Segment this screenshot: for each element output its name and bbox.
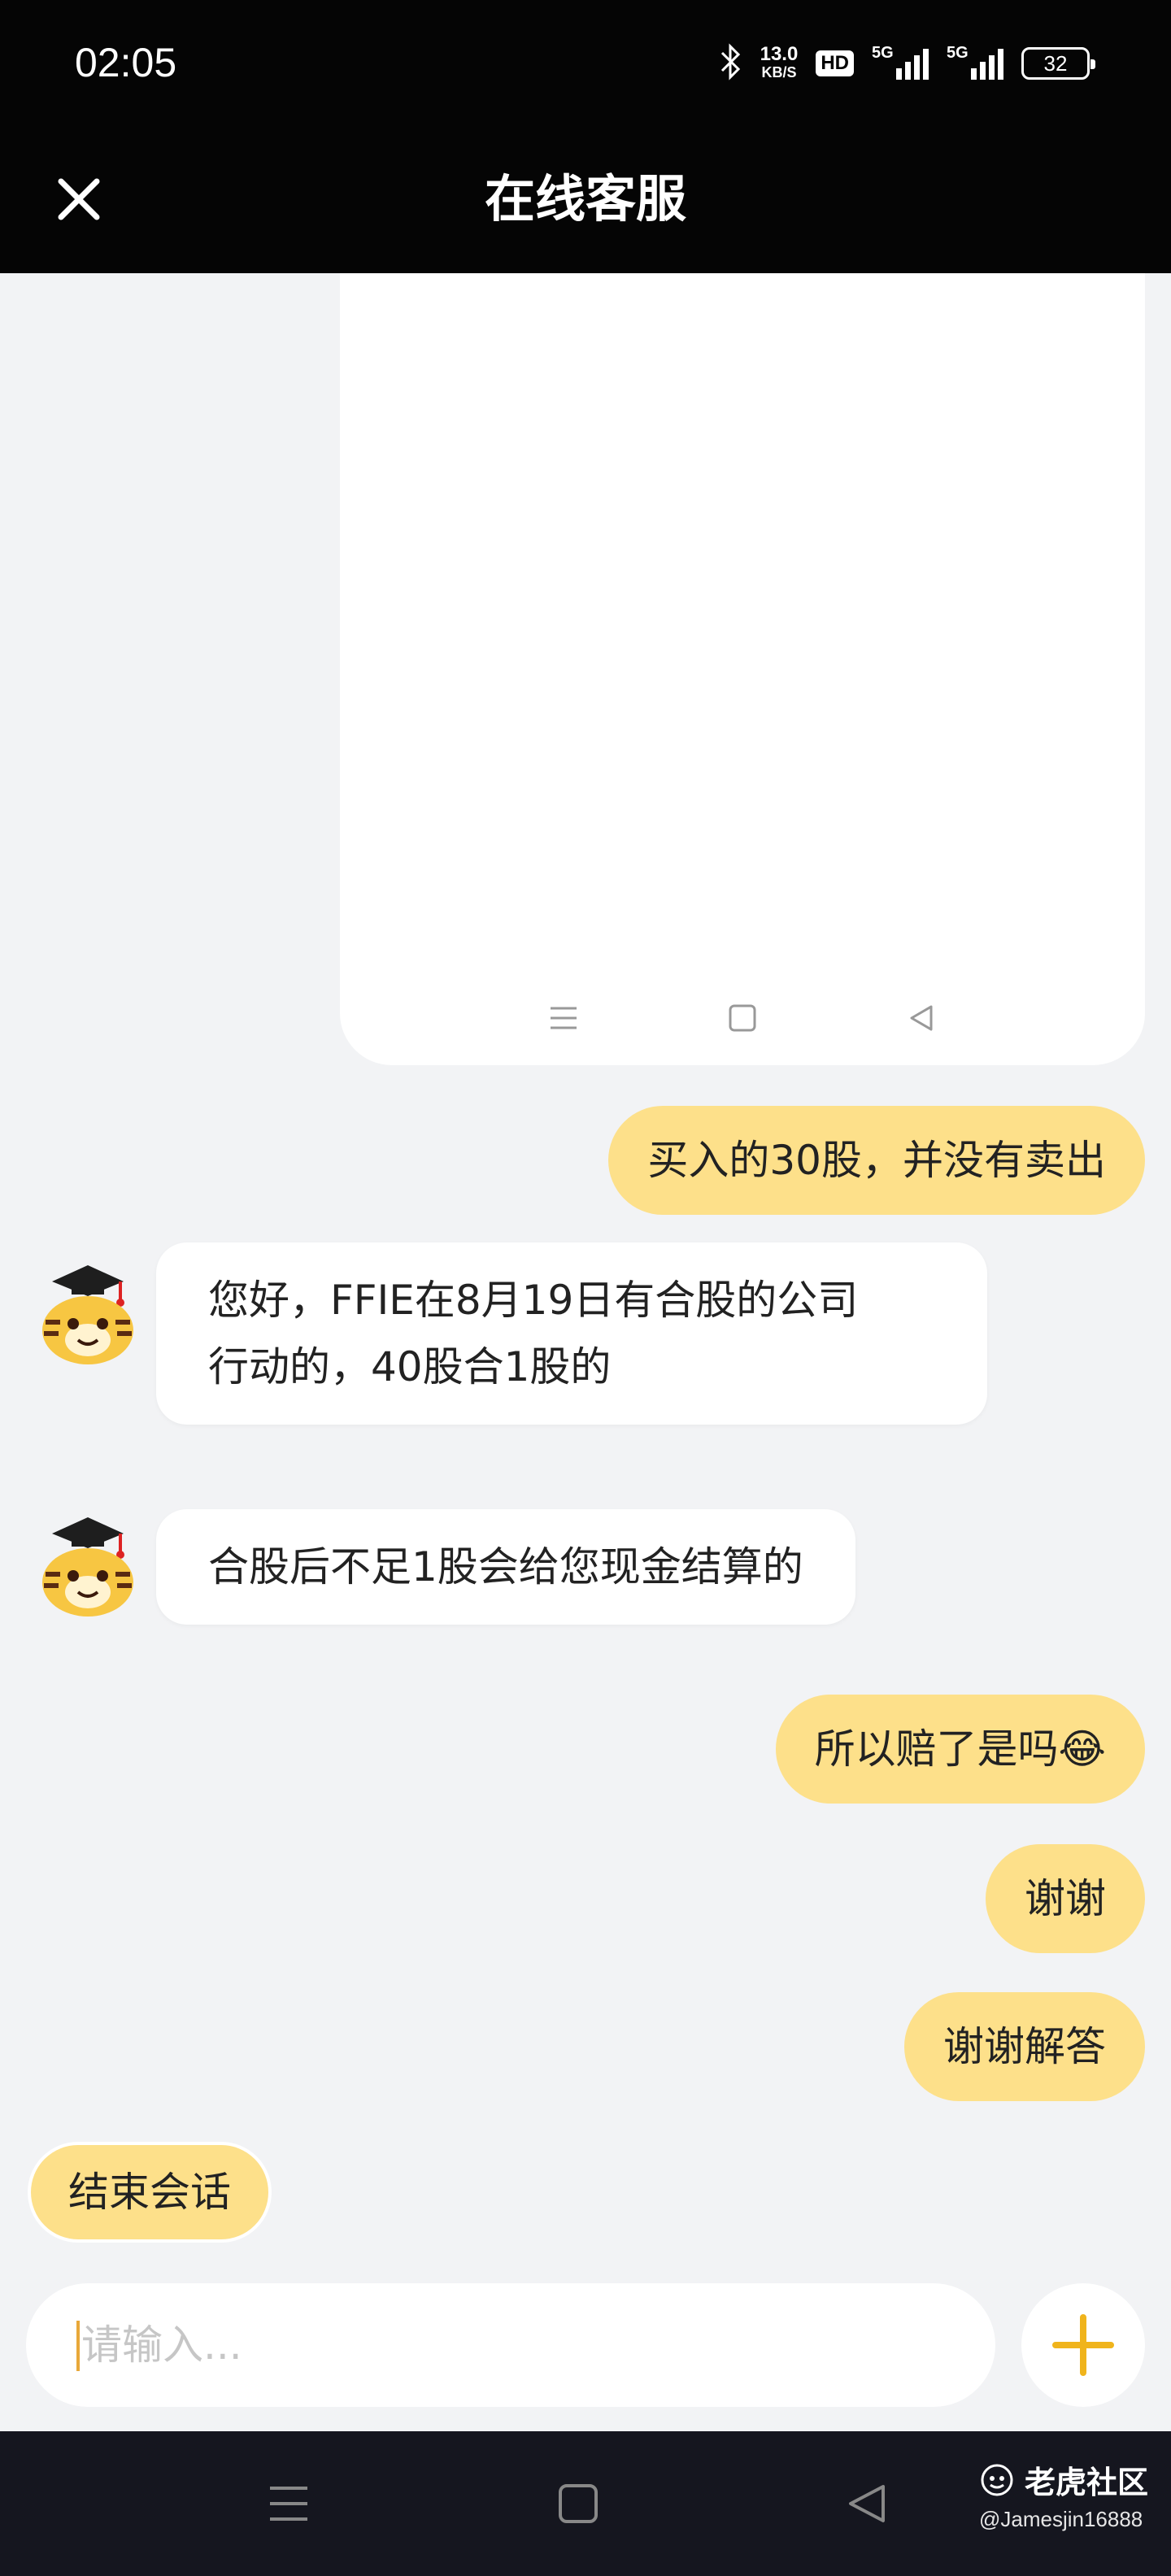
message-input-container[interactable]	[26, 2283, 995, 2407]
image-nav-bar	[340, 1003, 1145, 1033]
back-icon	[849, 2485, 885, 2522]
hd-badge: HD	[816, 50, 854, 76]
user-message: 买入的30股，并没有卖出	[608, 1106, 1145, 1215]
signal-icon: 5G	[947, 44, 1003, 80]
agent-message: 您好，FFIE在8月19日有合股的公司 行动的，40股合1股的	[156, 1242, 987, 1425]
user-message: 所以赔了是吗😂	[775, 1695, 1145, 1804]
image-message[interactable]	[340, 273, 1145, 1065]
status-bar: 02:05 13.0 KB/S HD 5G 5G 32	[0, 0, 1171, 130]
user-message: 谢谢	[986, 1844, 1145, 1953]
recent-apps-button[interactable]	[260, 2431, 317, 2576]
plus-icon	[1052, 2314, 1114, 2376]
agent-avatar	[36, 1508, 140, 1618]
text-caret	[76, 2321, 80, 2371]
status-time: 02:05	[75, 40, 177, 85]
network-speed: 13.0 KB/S	[760, 43, 799, 81]
chat-area[interactable]: 买入的30股，并没有卖出 您好，FFIE在8月19日有合股的公司 行动的，40股…	[0, 273, 1171, 2282]
back-icon	[910, 1005, 933, 1031]
add-button[interactable]	[1021, 2283, 1145, 2407]
user-message: 谢谢解答	[904, 1992, 1145, 2101]
page-title: 在线客服	[484, 169, 686, 228]
home-icon	[729, 1004, 756, 1032]
menu-icon	[270, 2487, 307, 2521]
back-button[interactable]	[838, 2431, 895, 2576]
menu-icon	[551, 1007, 577, 1029]
watermark: 老虎社区 @Jamesjin16888	[979, 2457, 1148, 2532]
home-button[interactable]	[550, 2431, 607, 2576]
end-session-button[interactable]: 结束会话	[28, 2142, 272, 2243]
battery-icon: 32	[1021, 47, 1095, 80]
status-icons: 13.0 KB/S HD 5G 5G 32	[718, 39, 1095, 88]
watermark-brand: 老虎社区	[1024, 2465, 1148, 2500]
watermark-user: @Jamesjin16888	[978, 2507, 1143, 2531]
agent-avatar	[36, 1255, 140, 1366]
home-icon	[559, 2484, 598, 2523]
tiger-community-logo-icon	[981, 2464, 1013, 2496]
bluetooth-icon	[718, 43, 742, 84]
agent-message: 合股后不足1股会给您现金结算的	[156, 1509, 855, 1625]
message-input[interactable]	[81, 2304, 960, 2386]
signal-icon: 5G	[872, 44, 929, 80]
